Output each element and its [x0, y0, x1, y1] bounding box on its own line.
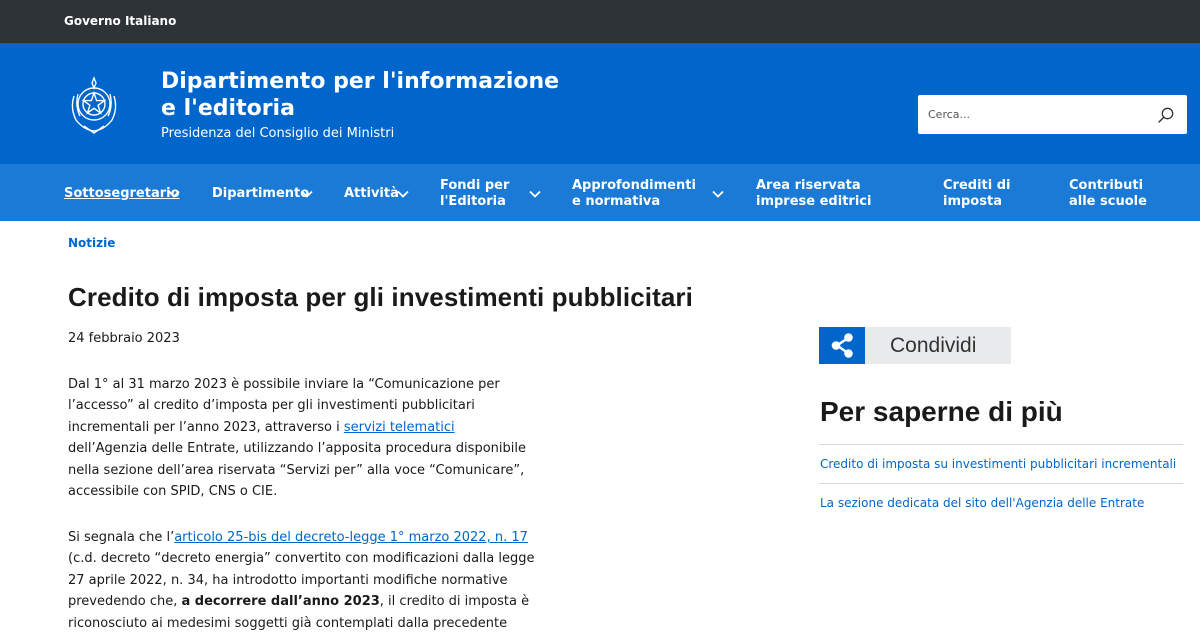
search-input[interactable] — [928, 105, 1148, 124]
site-header: Dipartimento per l'informazione e l'edit… — [0, 43, 1200, 164]
article-paragraph-2: Si segnala che l’articolo 25-bis del dec… — [68, 527, 538, 634]
sidebar-heading: Per saperne di più — [820, 396, 1063, 427]
nav-item-fondi-editoria[interactable]: Fondi per l'Editoria — [440, 178, 518, 210]
search-box — [918, 95, 1187, 134]
paragraph-bold-text: a decorrere dall’anno 2023 — [181, 594, 380, 610]
search-icon[interactable] — [1157, 106, 1175, 124]
chevron-down-icon[interactable] — [168, 190, 180, 198]
nav-item-crediti-imposta[interactable]: Crediti di imposta — [943, 178, 1015, 210]
share-icon — [831, 333, 853, 358]
page-title: Credito di imposta per gli investimenti … — [68, 282, 693, 312]
governo-italiano-link[interactable]: Governo Italiano — [64, 14, 176, 28]
nav-label: Area riservata imprese editrici — [756, 178, 872, 209]
top-bar: Governo Italiano — [0, 0, 1200, 43]
emblem-icon[interactable] — [66, 76, 122, 136]
nav-item-area-riservata[interactable]: Area riservata imprese editrici — [756, 178, 876, 210]
nav-label: Dipartimento — [212, 186, 310, 201]
nav-item-approfondimenti[interactable]: Approfondimenti e normativa — [572, 178, 702, 210]
article-paragraph-1: Dal 1° al 31 marzo 2023 è possibile invi… — [68, 374, 538, 502]
chevron-down-icon[interactable] — [301, 190, 313, 198]
site-title[interactable]: Dipartimento per l'informazione e l'edit… — [161, 68, 581, 122]
article-date: 24 febbraio 2023 — [68, 331, 180, 346]
nav-label: Fondi per l'Editoria — [440, 178, 510, 209]
articolo-25-bis-link[interactable]: articolo 25-bis del decreto-legge 1° mar… — [174, 530, 528, 545]
divider — [819, 444, 1183, 445]
nav-item-attivita[interactable]: Attività — [344, 186, 399, 202]
share-icon-box — [819, 327, 865, 364]
share-label: Condividi — [890, 334, 977, 357]
nav-item-sottosegretario[interactable]: Sottosegretario — [64, 186, 180, 202]
nav-item-contributi-scuole[interactable]: Contributi alle scuole — [1069, 178, 1173, 210]
paragraph-text: Si segnala che l’ — [68, 530, 175, 545]
paragraph-text: dell’Agenzia delle Entrate, utilizzando … — [68, 441, 526, 500]
site-subtitle: Presidenza del Consiglio dei Ministri — [161, 126, 395, 141]
nav-label: Attività — [344, 186, 399, 201]
nav-label: Sottosegretario — [64, 186, 180, 201]
main-nav: Sottosegretario Dipartimento Attività Fo… — [0, 164, 1200, 221]
chevron-down-icon[interactable] — [712, 190, 724, 198]
sidebar-link-agenzia-entrate[interactable]: La sezione dedicata del sito dell'Agenzi… — [820, 496, 1144, 510]
nav-label: Crediti di imposta — [943, 178, 1011, 209]
share-button[interactable]: Condividi — [819, 327, 1011, 364]
breadcrumb-notizie[interactable]: Notizie — [68, 236, 115, 250]
sidebar-link-credito-imposta[interactable]: Credito di imposta su investimenti pubbl… — [820, 457, 1176, 471]
nav-label: Contributi alle scuole — [1069, 178, 1147, 209]
chevron-down-icon[interactable] — [529, 190, 541, 198]
divider — [819, 483, 1183, 484]
chevron-down-icon[interactable] — [397, 190, 409, 198]
nav-label: Approfondimenti e normativa — [572, 178, 696, 209]
nav-item-dipartimento[interactable]: Dipartimento — [212, 186, 309, 202]
servizi-telematici-link[interactable]: servizi telematici — [344, 420, 455, 435]
